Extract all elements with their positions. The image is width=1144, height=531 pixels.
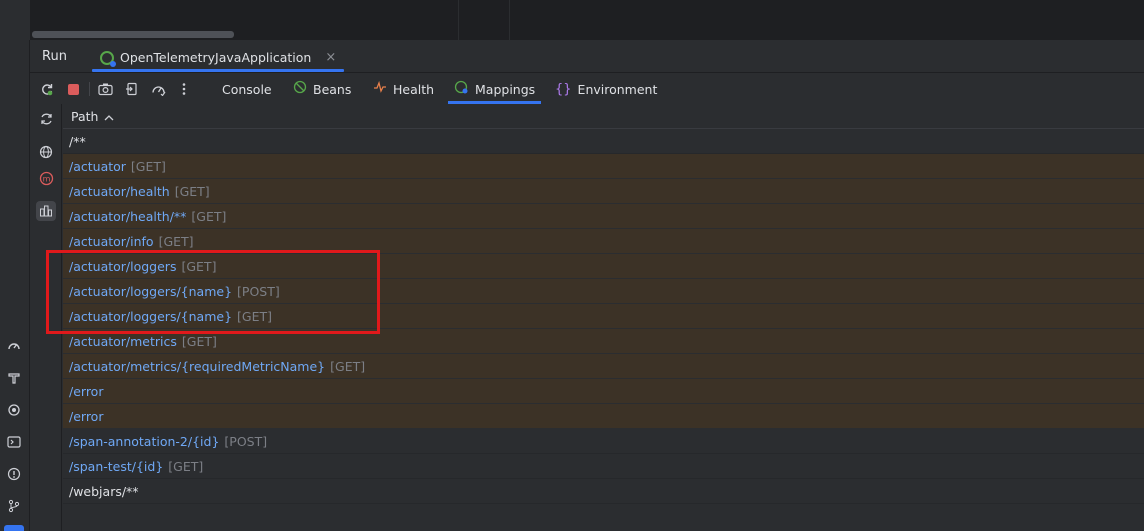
path-column-header[interactable]: Path: [63, 104, 1144, 129]
mapping-path[interactable]: /span-annotation-2/{id}: [69, 434, 219, 449]
environment-icon: {}: [555, 81, 572, 97]
mapping-path[interactable]: /error: [69, 384, 103, 399]
editor-area: [0, 0, 1144, 40]
mapping-path[interactable]: /actuator: [69, 159, 126, 174]
run-toolbar: Console Beans Health Mappings {} Environ…: [30, 74, 1144, 104]
mapping-path[interactable]: /error: [69, 409, 103, 424]
run-configuration-tab[interactable]: OpenTelemetryJavaApplication ×: [92, 42, 345, 73]
http-method: [GET]: [181, 333, 217, 349]
problems-icon[interactable]: [5, 465, 23, 483]
globe-icon[interactable]: [36, 142, 56, 162]
tool-window-strip: [0, 40, 30, 531]
active-tab-indicator: [92, 69, 345, 72]
sort-ascending-icon: [104, 109, 114, 124]
terminal-icon[interactable]: [5, 433, 23, 451]
table-row[interactable]: /actuator [GET]: [63, 154, 1144, 179]
stop-icon[interactable]: [64, 80, 82, 98]
mapping-path[interactable]: /actuator/health: [69, 184, 170, 199]
run-tab-label: OpenTelemetryJavaApplication: [120, 50, 312, 65]
notification-indicator: [4, 525, 24, 531]
http-method: [GET]: [158, 233, 194, 249]
run-panel-title: Run: [42, 49, 67, 64]
m-icon[interactable]: m: [36, 168, 56, 188]
refresh-icon[interactable]: [36, 109, 56, 129]
http-method: [GET]: [168, 458, 204, 474]
mapping-path[interactable]: /actuator/metrics: [69, 334, 177, 349]
tab-mappings-label: Mappings: [475, 81, 536, 97]
mapping-path[interactable]: /webjars/**: [69, 484, 139, 499]
svg-text:m: m: [42, 174, 50, 183]
mapping-path[interactable]: /actuator/info: [69, 234, 154, 249]
http-method: [POST]: [224, 433, 268, 449]
http-method: [GET]: [191, 208, 227, 224]
services-icon[interactable]: [5, 401, 23, 419]
run-tool-window-header: Run OpenTelemetryJavaApplication ×: [30, 42, 1144, 73]
mappings-icon: [454, 80, 469, 98]
tab-health-label: Health: [393, 81, 435, 97]
mapping-path[interactable]: /actuator/health/**: [69, 209, 186, 224]
performance-icon[interactable]: [5, 337, 23, 355]
table-row[interactable]: /webjars/**: [63, 479, 1144, 504]
editor-gutter-strip: [0, 0, 30, 40]
table-row[interactable]: /actuator/health/** [GET]: [63, 204, 1144, 229]
table-row[interactable]: /span-annotation-2/{id} [POST]: [63, 429, 1144, 454]
table-row[interactable]: /actuator/health [GET]: [63, 179, 1144, 204]
table-row[interactable]: /actuator/metrics/{requiredMetricName} [G…: [63, 354, 1144, 379]
path-header-label: Path: [71, 108, 99, 124]
http-method: [GET]: [130, 158, 166, 174]
http-method: [GET]: [174, 183, 210, 199]
mapping-path[interactable]: /**: [69, 134, 86, 149]
tab-beans-label: Beans: [313, 81, 352, 97]
table-row[interactable]: /**: [63, 129, 1144, 154]
tab-environment-label: Environment: [577, 81, 658, 97]
beans-icon: [293, 80, 307, 98]
build-hammer-icon[interactable]: [5, 369, 23, 387]
table-row[interactable]: /span-test/{id} [GET]: [63, 454, 1144, 479]
tab-console[interactable]: Console: [216, 74, 278, 104]
editor-divider: [458, 0, 510, 40]
screenshot-icon[interactable]: [96, 80, 114, 98]
mapping-path[interactable]: /actuator/metrics/{requiredMetricName}: [69, 359, 325, 374]
horizontal-scrollbar[interactable]: [32, 31, 234, 38]
http-method: [GET]: [330, 358, 366, 374]
tab-beans[interactable]: Beans: [287, 74, 357, 104]
rerun-icon[interactable]: [38, 80, 56, 98]
spring-app-icon: [100, 50, 116, 67]
git-branch-icon[interactable]: [5, 497, 23, 515]
exit-icon[interactable]: [123, 80, 141, 98]
tab-health[interactable]: Health: [367, 74, 440, 104]
diagram-icon[interactable]: [36, 201, 56, 221]
table-row[interactable]: /error: [63, 379, 1144, 404]
annotation-highlight-box: [46, 250, 380, 334]
tab-console-label: Console: [222, 81, 272, 97]
mapping-path[interactable]: /span-test/{id}: [69, 459, 163, 474]
tab-mappings[interactable]: Mappings: [448, 74, 542, 104]
more-icon[interactable]: [175, 80, 193, 98]
table-row[interactable]: /error: [63, 404, 1144, 429]
dashboard-icon[interactable]: [149, 80, 167, 98]
health-icon: [373, 80, 387, 98]
tab-environment[interactable]: {} Environment: [549, 74, 663, 104]
close-icon[interactable]: ×: [325, 50, 336, 65]
